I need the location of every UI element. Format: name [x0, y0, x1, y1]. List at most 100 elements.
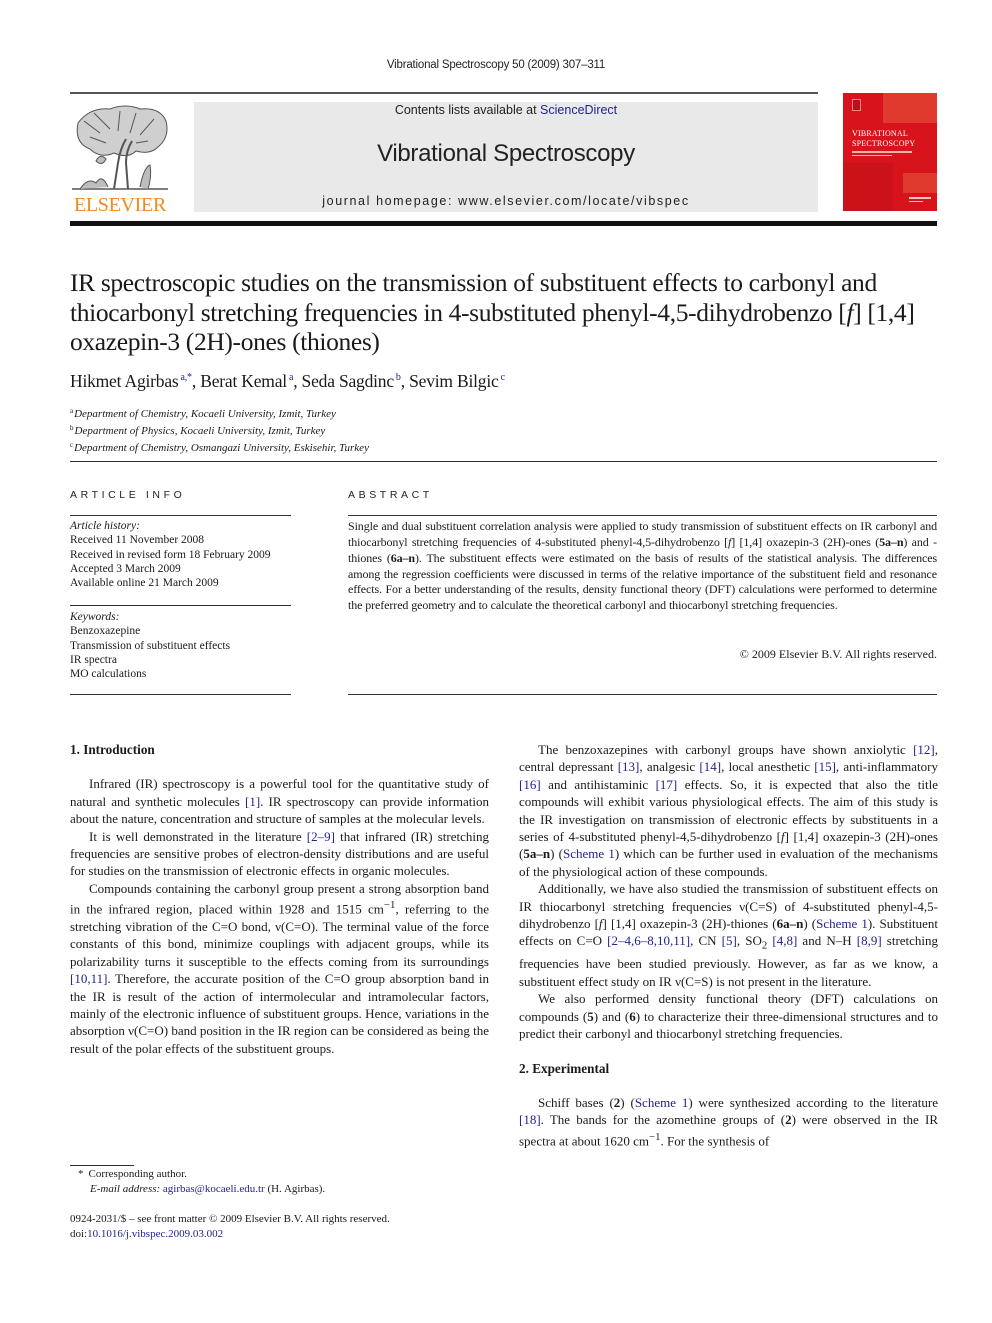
email-link[interactable]: agirbas@kocaeli.edu.tr: [163, 1183, 265, 1195]
title-text: IR spectroscopic studies on the transmis…: [70, 268, 877, 327]
paragraph: The benzoxazepines with carbonyl groups …: [519, 741, 938, 880]
text: ) (: [550, 846, 563, 862]
footnote-email: E-mail address: agirbas@kocaeli.edu.tr (…: [90, 1182, 325, 1197]
running-head: Vibrational Spectroscopy 50 (2009) 307–3…: [386, 59, 606, 71]
superscript: −1: [383, 899, 396, 912]
footnote-rule: [70, 1165, 134, 1166]
citation-link[interactable]: [1]: [245, 794, 260, 809]
citation-link[interactable]: [18]: [519, 1112, 541, 1127]
abstract-heading: ABSTRACT: [348, 489, 433, 501]
divider: [70, 515, 291, 516]
paragraph: It is well demonstrated in the literatur…: [70, 828, 489, 880]
article-title: IR spectroscopic studies on the transmis…: [70, 268, 940, 357]
citation-link[interactable]: [16]: [519, 777, 541, 792]
citation-link[interactable]: [8,9]: [857, 933, 882, 948]
keyword: Benzoxazepine: [70, 625, 141, 638]
email-label: E-mail address:: [90, 1182, 163, 1195]
text: The benzoxazepines with carbonyl groups …: [538, 742, 914, 757]
contents-line: Contents lists available at ScienceDirec…: [194, 103, 818, 117]
paragraph: Schiff bases (2) (Scheme 1) were synthes…: [519, 1094, 938, 1150]
history-item: Accepted 3 March 2009: [70, 562, 181, 575]
abstract-span: ). The substituent effects were estimate…: [348, 550, 938, 613]
scheme-link[interactable]: Scheme 1: [635, 1095, 689, 1110]
footnote-text: (H. Agirbas).: [264, 1182, 326, 1195]
text: It is well demonstrated in the literatur…: [89, 828, 307, 844]
contents-prefix: Contents lists available at: [394, 103, 541, 117]
cover-badge-icon: [909, 197, 931, 205]
article-history: Article history: Received 11 November 20…: [70, 519, 300, 590]
journal-homepage[interactable]: journal homepage: www.elsevier.com/locat…: [194, 194, 818, 208]
text: ) (: [620, 1094, 635, 1110]
text: ) and (: [593, 1008, 630, 1024]
author[interactable]: Hikmet Agirbas a,*: [70, 371, 192, 391]
doi-prefix: doi:: [70, 1227, 88, 1240]
history-item: Received in revised form 18 February 200…: [70, 548, 271, 561]
keyword: MO calculations: [70, 668, 147, 681]
author[interactable]: Berat Kemal a: [200, 371, 293, 391]
body-column-right: The benzoxazepines with carbonyl groups …: [519, 741, 938, 1149]
author[interactable]: Seda Sagdinc b: [302, 371, 401, 391]
abstract-copyright: © 2009 Elsevier B.V. All rights reserved…: [739, 647, 937, 661]
footnote-text: Corresponding author.: [88, 1168, 187, 1180]
scheme-link[interactable]: Scheme 1: [563, 846, 615, 861]
affiliation-text: Department of Chemistry, Kocaeli Univers…: [74, 408, 336, 420]
author-affil-link[interactable]: a,*: [181, 372, 193, 383]
paragraph: Additionally, we have also studied the t…: [519, 880, 938, 990]
elsevier-tree-icon: [72, 105, 168, 190]
cover-title-line: SPECTROSCOPY: [852, 139, 916, 148]
divider: [70, 461, 937, 462]
citation-link[interactable]: [4,8]: [772, 933, 797, 948]
superscript: −1: [648, 1130, 661, 1143]
citation-link[interactable]: [5]: [722, 933, 737, 948]
issn-line: 0924-2031/$ – see front matter © 2009 El…: [70, 1213, 390, 1225]
text: , analgesic: [639, 759, 700, 775]
author-affil-link[interactable]: c: [501, 372, 505, 383]
compound-label: 6a–n: [390, 550, 416, 565]
divider: [70, 605, 291, 606]
citation-link[interactable]: [15]: [814, 759, 836, 774]
affiliation-key: c: [70, 441, 74, 449]
footnotes: * Corresponding author. E-mail address: a…: [70, 1167, 325, 1196]
elsevier-wordmark: ELSEVIER: [73, 194, 167, 216]
text: Schiff bases (: [538, 1094, 614, 1110]
abstract-span: ] [1,4] oxazepin-3 (2H)-ones (: [731, 534, 880, 549]
citation-link[interactable]: [2–4,6–8,10,11]: [607, 933, 690, 948]
divider: [70, 694, 291, 695]
text: and antihistaminic: [540, 776, 656, 792]
author-name: Berat Kemal: [200, 371, 287, 391]
doi-link[interactable]: 10.1016/j.vibspec.2009.03.002: [87, 1228, 223, 1240]
author-name: Seda Sagdinc: [301, 371, 395, 391]
section-heading-experimental: 2. Experimental: [519, 1060, 610, 1076]
elsevier-logo[interactable]: ELSEVIER: [70, 103, 170, 216]
divider: [348, 694, 937, 695]
affiliation: bDepartment of Physics, Kocaeli Universi…: [70, 421, 369, 438]
keywords: Keywords: Benzoxazepine Transmission of …: [70, 610, 300, 681]
header-thick-rule: [70, 221, 937, 226]
citation-link[interactable]: [12]: [913, 742, 935, 757]
text: , CN: [690, 933, 722, 949]
author-name: Hikmet Agirbas: [70, 371, 179, 391]
paragraph: Infrared (IR) spectroscopy is a powerful…: [70, 775, 489, 827]
citation-link[interactable]: [13]: [618, 759, 640, 774]
cover-publisher-icon: [852, 99, 861, 111]
citation-link[interactable]: [10,11]: [70, 971, 107, 986]
citation-link[interactable]: [2–9]: [307, 829, 335, 844]
footnote-marker: *: [78, 1168, 84, 1180]
author[interactable]: Sevim Bilgic c: [409, 371, 505, 391]
history-label: Article history:: [70, 520, 140, 532]
journal-cover-image[interactable]: VIBRATIONAL SPECTROSCOPY: [843, 93, 937, 211]
body-column-left: 1. Introduction Infrared (IR) spectrosco…: [70, 741, 489, 1057]
author-separator: ,: [293, 371, 302, 391]
citation-link[interactable]: [14]: [699, 759, 721, 774]
author-list: Hikmet Agirbas a,*, Berat Kemal a, Seda Sa…: [70, 371, 505, 392]
citation-link[interactable]: [17]: [656, 777, 678, 792]
journal-masthead: Contents lists available at ScienceDirec…: [194, 102, 818, 212]
article-info-heading: ARTICLE INFO: [70, 489, 186, 501]
affiliation-text: Department of Physics, Kocaeli Universit…: [74, 425, 326, 437]
scheme-link[interactable]: Scheme 1: [816, 916, 868, 931]
history-item: Received 11 November 2008: [70, 534, 205, 547]
text: . For the synthesis of: [660, 1133, 770, 1149]
keyword: IR spectra: [70, 653, 117, 666]
text: ) were synthesized according to the lite…: [688, 1094, 938, 1110]
sciencedirect-link[interactable]: ScienceDirect: [540, 103, 617, 117]
